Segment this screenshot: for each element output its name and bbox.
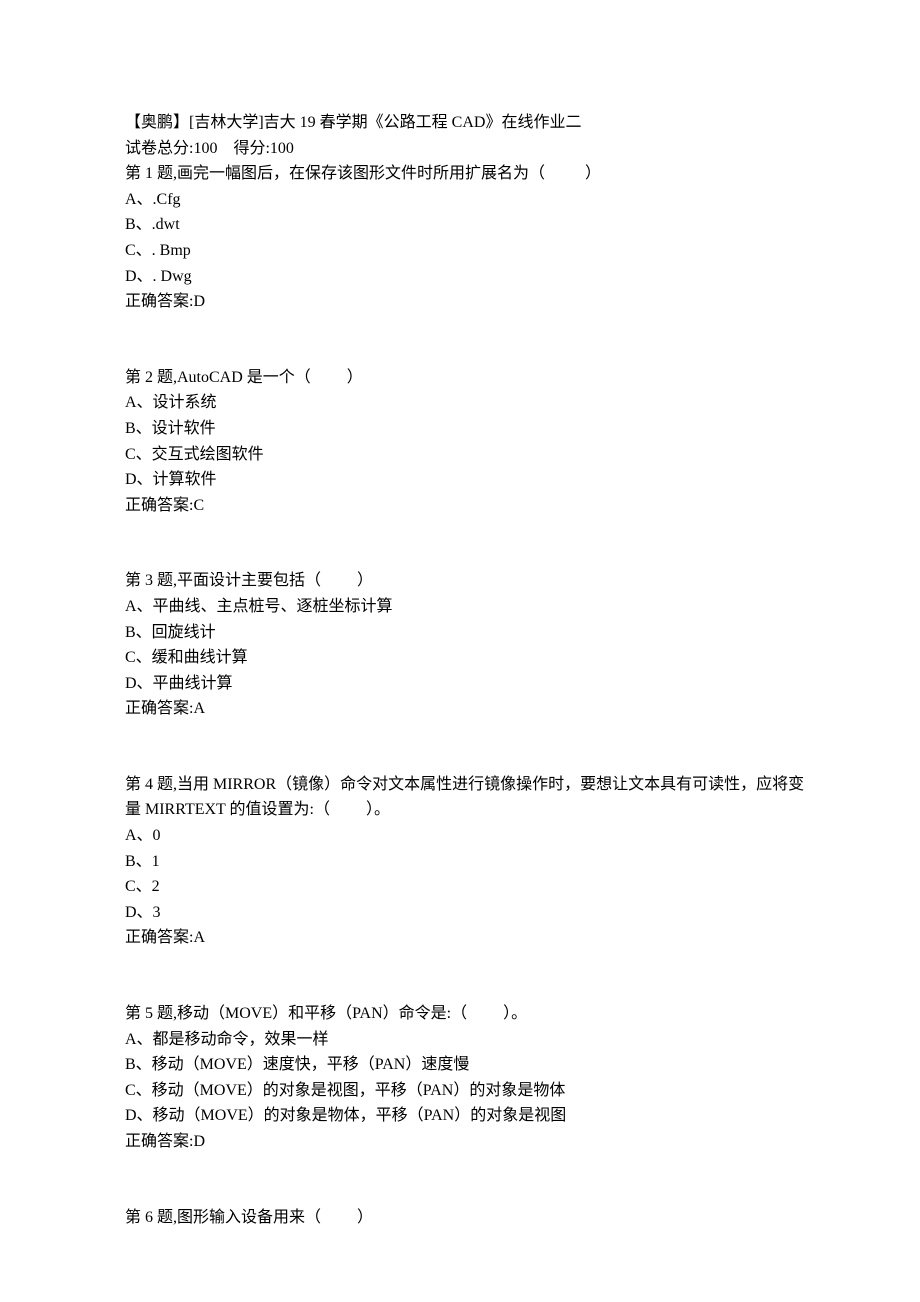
q4-option-b: B、1 <box>125 849 810 875</box>
q2-option-c: C、交互式绘图软件 <box>125 442 810 468</box>
q3-option-b: B、回旋线计 <box>125 620 810 646</box>
q1-option-b: B、.dwt <box>125 212 810 238</box>
q3-answer: 正确答案:A <box>125 696 810 722</box>
q3-option-d: D、平曲线计算 <box>125 671 810 697</box>
q2-block: 第 2 题,AutoCAD 是一个（ ） A、设计系统 B、设计软件 C、交互式… <box>125 365 810 519</box>
q5-option-c: C、移动（MOVE）的对象是视图，平移（PAN）的对象是物体 <box>125 1078 810 1104</box>
q1-option-a: A、.Cfg <box>125 187 810 213</box>
q4-block: 第 4 题,当用 MIRROR（镜像）命令对文本属性进行镜像操作时，要想让文本具… <box>125 772 810 951</box>
q2-option-b: B、设计软件 <box>125 416 810 442</box>
q1-stem: 第 1 题,画完一幅图后，在保存该图形文件时所用扩展名为（ ） <box>125 161 810 187</box>
q5-stem: 第 5 题,移动（MOVE）和平移（PAN）命令是:（ ）。 <box>125 1001 810 1027</box>
score-line: 试卷总分:100 得分:100 <box>125 136 810 162</box>
q2-stem: 第 2 题,AutoCAD 是一个（ ） <box>125 365 810 391</box>
header-block: 【奥鹏】[吉林大学]吉大 19 春学期《公路工程 CAD》在线作业二 试卷总分:… <box>125 110 810 315</box>
q4-stem: 第 4 题,当用 MIRROR（镜像）命令对文本属性进行镜像操作时，要想让文本具… <box>125 772 810 823</box>
q5-option-b: B、移动（MOVE）速度快，平移（PAN）速度慢 <box>125 1052 810 1078</box>
q5-block: 第 5 题,移动（MOVE）和平移（PAN）命令是:（ ）。 A、都是移动命令，… <box>125 1001 810 1155</box>
q3-block: 第 3 题,平面设计主要包括（ ） A、平曲线、主点桩号、逐桩坐标计算 B、回旋… <box>125 568 810 722</box>
q2-answer: 正确答案:C <box>125 493 810 519</box>
q2-option-d: D、计算软件 <box>125 467 810 493</box>
q3-option-a: A、平曲线、主点桩号、逐桩坐标计算 <box>125 594 810 620</box>
document-page: 【奥鹏】[吉林大学]吉大 19 春学期《公路工程 CAD》在线作业二 试卷总分:… <box>0 0 920 1230</box>
q3-option-c: C、缓和曲线计算 <box>125 645 810 671</box>
q5-option-d: D、移动（MOVE）的对象是物体，平移（PAN）的对象是视图 <box>125 1103 810 1129</box>
q4-answer: 正确答案:A <box>125 925 810 951</box>
doc-title: 【奥鹏】[吉林大学]吉大 19 春学期《公路工程 CAD》在线作业二 <box>125 110 810 136</box>
q1-option-c: C、. Bmp <box>125 238 810 264</box>
q5-option-a: A、都是移动命令，效果一样 <box>125 1027 810 1053</box>
q5-answer: 正确答案:D <box>125 1129 810 1155</box>
q6-stem: 第 6 题,图形输入设备用来（ ） <box>125 1205 810 1231</box>
q1-option-d: D、. Dwg <box>125 264 810 290</box>
q4-option-c: C、2 <box>125 874 810 900</box>
q6-block: 第 6 题,图形输入设备用来（ ） <box>125 1205 810 1231</box>
q4-option-a: A、0 <box>125 823 810 849</box>
q3-stem: 第 3 题,平面设计主要包括（ ） <box>125 568 810 594</box>
q2-option-a: A、设计系统 <box>125 390 810 416</box>
q1-answer: 正确答案:D <box>125 289 810 315</box>
q4-option-d: D、3 <box>125 900 810 926</box>
